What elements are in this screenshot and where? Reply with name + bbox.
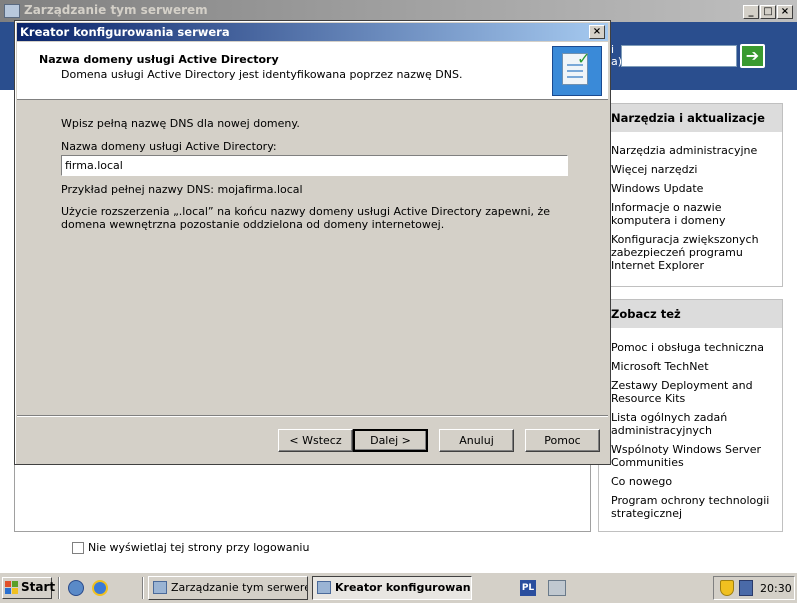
hide-at-logon-label[interactable]: Nie wyświetlaj tej strony przy logowaniu <box>88 541 309 554</box>
taskbar-divider <box>142 577 144 599</box>
tools-panel-header: Narzędzia i aktualizacje <box>599 104 782 132</box>
back-button[interactable]: < Wstecz <box>278 429 353 452</box>
link-resource-kits[interactable]: Zestawy Deployment and Resource Kits <box>611 379 776 405</box>
wizard-close-button[interactable]: × <box>589 25 605 39</box>
wizard-titlebar[interactable]: Kreator konfigurowania serwera × <box>17 23 608 41</box>
wizard-separator <box>17 415 608 417</box>
domain-name-input[interactable] <box>61 155 568 176</box>
tray-network-icon[interactable] <box>739 580 753 596</box>
search-input[interactable] <box>621 45 737 67</box>
internet-explorer-icon[interactable] <box>92 580 108 596</box>
next-button[interactable]: Dalej > <box>353 429 428 452</box>
local-suffix-note: Użycie rozszerzenia „.local” na końcu na… <box>61 205 551 231</box>
see-also-links: Pomoc i obsługa techniczna Microsoft Tec… <box>611 341 776 526</box>
domain-prompt: Wpisz pełną nazwę DNS dla nowej domeny. <box>61 117 300 130</box>
link-help-support[interactable]: Pomoc i obsługa techniczna <box>611 341 776 354</box>
wizard-icon <box>317 581 331 594</box>
cancel-button[interactable]: Anuluj <box>439 429 514 452</box>
link-admin-tasks[interactable]: Lista ogólnych zadań administracyjnych <box>611 411 776 437</box>
link-security-program[interactable]: Program ochrony technologii strategiczne… <box>611 494 776 520</box>
tools-panel-heading: Narzędzia i aktualizacje <box>611 111 765 125</box>
link-computer-name[interactable]: Informacje o nazwie komputera i domeny <box>611 201 776 227</box>
windows-logo-icon <box>5 581 18 594</box>
tools-links: Narzędzia administracyjne Więcej narzędz… <box>611 144 776 278</box>
task-wizard-label: Kreator konfigurowan... <box>335 581 472 594</box>
close-button[interactable]: × <box>777 5 793 19</box>
language-indicator[interactable]: PL <box>520 580 536 596</box>
tools-panel: Narzędzia i aktualizacje Narzędzia admin… <box>598 103 783 287</box>
help-button[interactable]: Pomoc <box>525 429 600 452</box>
configure-server-wizard: Kreator konfigurowania serwera × Nazwa d… <box>14 20 611 465</box>
go-arrow-icon[interactable]: ➔ <box>740 44 765 68</box>
task-wizard[interactable]: Kreator konfigurowan... <box>312 576 472 600</box>
security-shield-icon[interactable] <box>720 580 734 596</box>
link-technet[interactable]: Microsoft TechNet <box>611 360 776 373</box>
server-management-title: Zarządzanie tym serwerem <box>24 3 208 17</box>
wizard-checklist-icon: ✓ <box>552 46 602 96</box>
see-also-heading: Zobacz też <box>611 307 681 321</box>
wizard-page-subtitle: Domena usługi Active Directory jest iden… <box>61 68 463 81</box>
wizard-header: Nazwa domeny usługi Active Directory Dom… <box>17 42 608 100</box>
task-server-management-label: Zarządzanie tym serwerem <box>171 581 308 594</box>
see-also-panel: Zobacz też Pomoc i obsługa techniczna Mi… <box>598 299 783 532</box>
server-icon <box>4 4 20 18</box>
link-whats-new[interactable]: Co nowego <box>611 475 776 488</box>
server-icon <box>153 581 167 594</box>
domain-name-label: Nazwa domeny usługi Active Directory: <box>61 140 277 153</box>
minimize-button[interactable]: _ <box>743 5 759 19</box>
maximize-button[interactable]: □ <box>760 5 776 19</box>
hide-at-logon-checkbox[interactable] <box>72 542 84 554</box>
link-more-tools[interactable]: Więcej narzędzi <box>611 163 776 176</box>
see-also-panel-header: Zobacz też <box>599 300 782 328</box>
link-communities[interactable]: Wspólnoty Windows Server Communities <box>611 443 776 469</box>
link-admin-tools[interactable]: Narzędzia administracyjne <box>611 144 776 157</box>
server-management-titlebar[interactable]: Zarządzanie tym serwerem <box>0 0 797 22</box>
link-ie-security[interactable]: Konfiguracja zwiększonych zabezpieczeń p… <box>611 233 776 272</box>
link-windows-update[interactable]: Windows Update <box>611 182 776 195</box>
wizard-page-title: Nazwa domeny usługi Active Directory <box>39 53 279 66</box>
domain-example-text: Przykład pełnej nazwy DNS: mojafirma.loc… <box>61 183 303 196</box>
clock[interactable]: 20:30 <box>760 582 792 595</box>
wizard-title: Kreator konfigurowania serwera <box>20 25 230 39</box>
network-icon[interactable] <box>548 580 566 596</box>
show-desktop-icon[interactable] <box>68 580 84 596</box>
task-server-management[interactable]: Zarządzanie tym serwerem <box>148 576 308 600</box>
taskbar-divider <box>58 577 60 599</box>
